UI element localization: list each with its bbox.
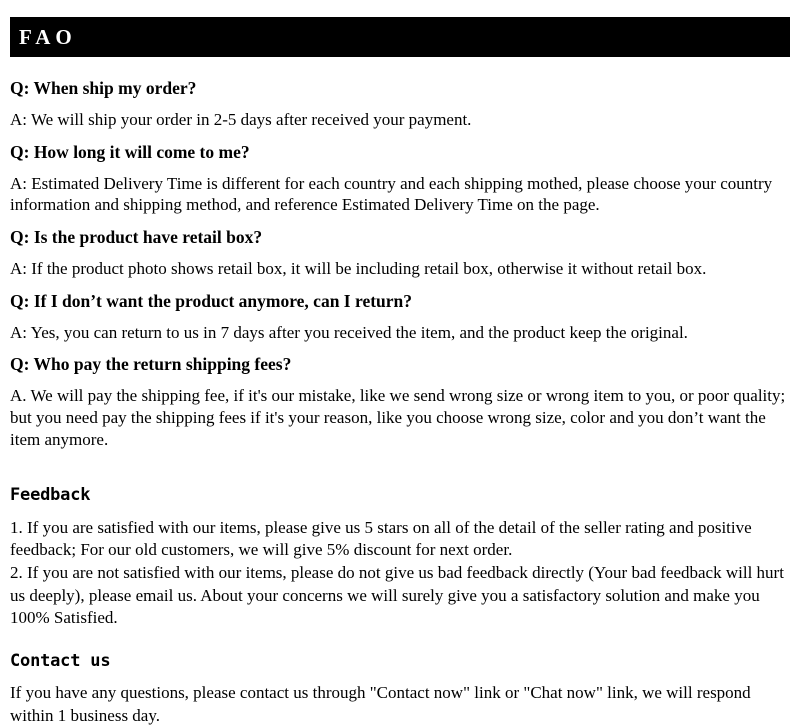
- feedback-body: 1. If you are satisfied with our items, …: [10, 506, 790, 630]
- feedback-paragraph-1: 1. If you are satisfied with our items, …: [10, 517, 752, 560]
- faq-item: Q: When ship my order? A: We will ship y…: [10, 67, 790, 131]
- faq-question: Q: Is the product have retail box?: [10, 227, 263, 247]
- faq-page: FAO Q: When ship my order? A: We will sh…: [0, 17, 800, 725]
- feedback-paragraph-2: 2. If you are not satisfied with our ite…: [10, 562, 784, 628]
- feedback-section: Feedback 1. If you are satisfied with ou…: [10, 450, 790, 629]
- faq-item: Q: If I don’t want the product anymore, …: [10, 280, 790, 344]
- faq-answer: A: If the product photo shows retail box…: [10, 258, 707, 278]
- feedback-heading: Feedback: [10, 485, 91, 506]
- faq-answer: A: Estimated Delivery Time is different …: [10, 173, 773, 215]
- faq-answer: A: Yes, you can return to us in 7 days a…: [10, 322, 688, 342]
- contact-paragraph: If you have any questions, please contac…: [10, 683, 751, 725]
- contact-body: If you have any questions, please contac…: [10, 671, 790, 727]
- contact-heading: Contact us: [10, 650, 111, 671]
- page-title: FAO: [19, 24, 77, 49]
- faq-question: Q: Who pay the return shipping fees?: [10, 354, 292, 375]
- faq-item: Q: Is the product have retail box? A: If…: [10, 216, 790, 280]
- faq-item: Q: How long it will come to me? A: Estim…: [10, 131, 790, 216]
- faq-question: Q: How long it will come to me?: [10, 141, 250, 162]
- contact-section: Contact us If you have any questions, pl…: [10, 630, 790, 727]
- faq-title-bar: FAO: [10, 17, 790, 57]
- faq-question: Q: When ship my order?: [10, 78, 197, 98]
- faq-answer: A: We will ship your order in 2-5 days a…: [10, 109, 472, 129]
- faq-list: Q: When ship my order? A: We will ship y…: [10, 67, 790, 450]
- faq-question: Q: If I don’t want the product anymore, …: [10, 290, 413, 311]
- faq-item: Q: Who pay the return shipping fees? A. …: [10, 343, 790, 450]
- faq-answer: A. We will pay the shipping fee, if it's…: [10, 386, 786, 449]
